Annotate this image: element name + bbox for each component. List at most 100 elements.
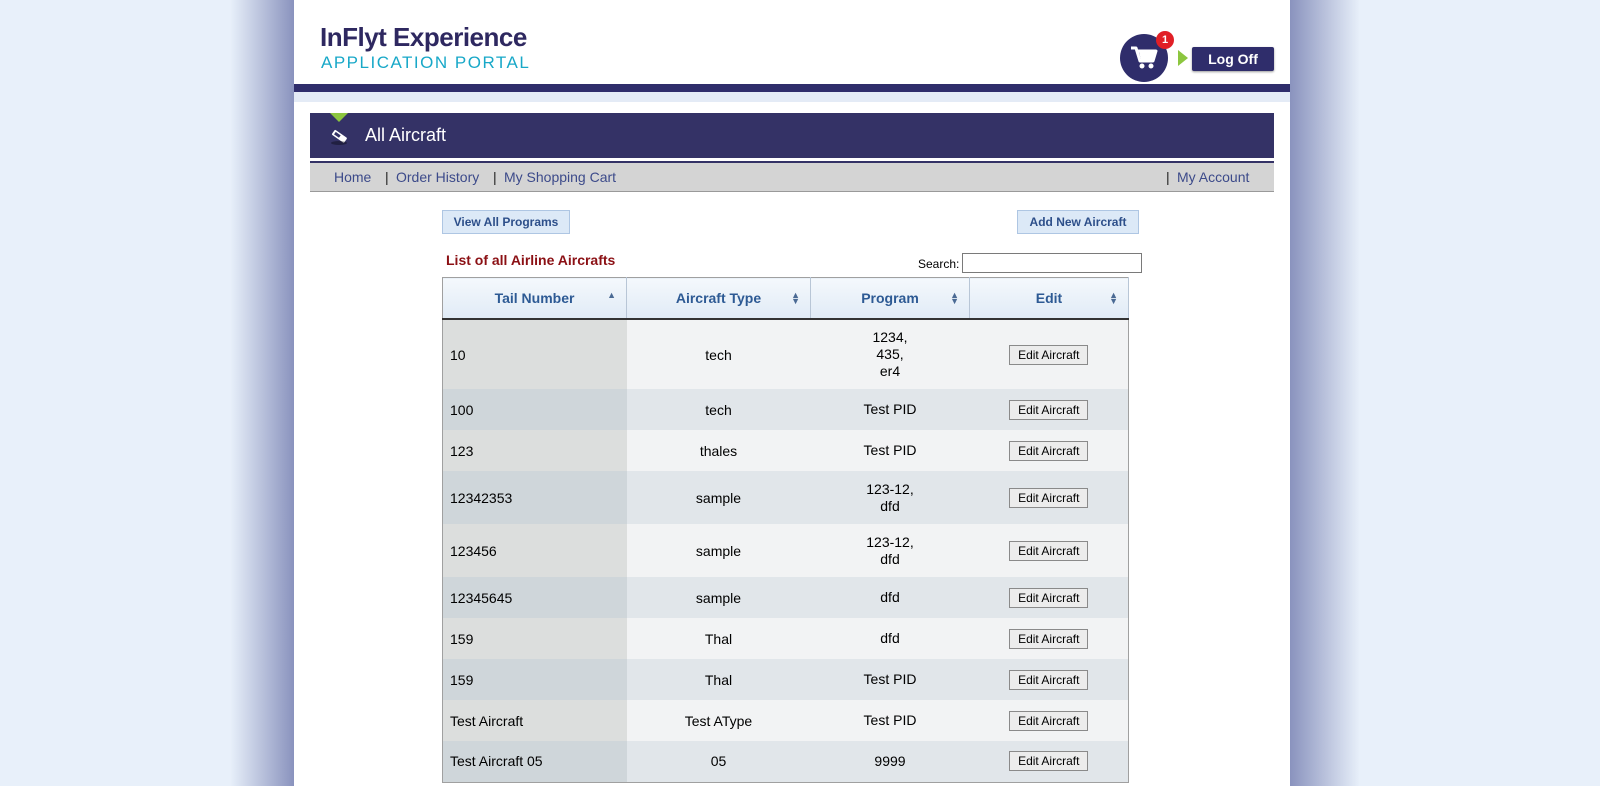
table-body: 10 tech 1234, 435, er4 Edit Aircraft 100 tech Te… [442,319,1129,782]
sort-asc-icon: ▲ [607,290,616,300]
cell-edit: Edit Aircraft [969,741,1129,782]
nav-order-history[interactable]: Order History [396,169,479,185]
table-header-row: Tail Number ▲ Aircraft Type ▲ ▼ Program ▲… [442,277,1129,320]
header-divider [294,84,1290,92]
phone-icon [331,129,347,145]
cell-edit: Edit Aircraft [969,524,1129,577]
program-line: Test PID [863,671,917,687]
column-header-program[interactable]: Program ▲ ▼ [810,277,970,320]
search-input[interactable] [962,253,1142,273]
program-line: Test PID [863,401,917,417]
list-title: List of all Airline Aircrafts [446,252,616,268]
program-line: 123-12, [866,480,914,497]
table-row: 159 Thal dfd Edit Aircraft [442,618,1129,659]
column-header-label: Tail Number [494,290,575,306]
cell-program: dfd [810,577,970,618]
table-row: 100 tech Test PID Edit Aircraft [442,389,1129,430]
cell-aircraft-type: Test AType [626,700,811,741]
program-line: 1234, [872,329,908,345]
cell-tail-number: 159 [442,618,627,659]
program-line: dfd [880,550,900,567]
edit-aircraft-button[interactable]: Edit Aircraft [1009,628,1089,649]
cell-tail-number: 100 [442,389,627,430]
column-header-edit[interactable]: Edit ▲ ▼ [969,277,1129,320]
cell-tail-number: Test Aircraft [442,700,627,741]
edit-aircraft-button[interactable]: Edit Aircraft [1009,399,1089,420]
program-line: 435, [876,346,904,362]
table-row: 159 Thal Test PID Edit Aircraft [442,659,1129,700]
cell-program: Test PID [810,700,970,741]
cell-aircraft-type: 05 [626,741,811,782]
logo-title: InFlyt Experience [320,22,527,52]
cell-tail-number: Test Aircraft 05 [442,741,627,782]
edit-aircraft-button[interactable]: Edit Aircraft [1009,344,1089,365]
cell-tail-number: 123 [442,430,627,471]
add-new-aircraft-button[interactable]: Add New Aircraft [1017,210,1139,234]
table-row: 123456 sample 123-12, dfd Edit Aircraft [442,524,1129,577]
cell-edit: Edit Aircraft [969,618,1129,659]
cell-aircraft-type: sample [626,577,811,618]
column-header-tail-number[interactable]: Tail Number ▲ [442,277,627,320]
edit-aircraft-button[interactable]: Edit Aircraft [1009,587,1089,608]
program-line: er4 [879,363,901,379]
site-header: InFlyt Experience APPLICATION PORTAL 1 L… [294,0,1290,84]
sort-both-icon: ▲ ▼ [1109,290,1118,306]
cart-count-badge: 1 [1156,31,1174,49]
cell-edit: Edit Aircraft [969,471,1129,524]
table-row: 10 tech 1234, 435, er4 Edit Aircraft [442,319,1129,389]
cell-edit: Edit Aircraft [969,389,1129,430]
table-row: Test Aircraft 05 05 9999 Edit Aircraft [442,741,1129,782]
edit-aircraft-button[interactable]: Edit Aircraft [1009,440,1089,461]
nav-home[interactable]: Home [334,169,371,185]
edit-aircraft-button[interactable]: Edit Aircraft [1009,540,1089,561]
cell-aircraft-type: sample [626,471,811,524]
cell-aircraft-type: tech [626,389,811,430]
cell-edit: Edit Aircraft [969,700,1129,741]
cell-program: dfd [810,618,970,659]
program-line: Test PID [863,442,917,458]
sort-both-icon: ▲ ▼ [791,290,800,306]
background-shadow-right [1290,0,1360,786]
nav-my-account[interactable]: My Account [1177,169,1249,185]
edit-aircraft-button[interactable]: Edit Aircraft [1009,669,1089,690]
nav-separator: | [1166,169,1170,185]
page-title-bar: All Aircraft [310,113,1274,158]
cell-program: 1234, 435, er4 [810,319,970,389]
main-nav: Home | Order History | My Shopping Cart … [310,163,1274,192]
header-divider-light [294,92,1290,102]
cell-edit: Edit Aircraft [969,577,1129,618]
column-header-label: Aircraft Type [675,290,762,306]
program-line: dfd [880,497,900,514]
cell-program: 123-12, dfd [810,524,970,577]
cell-program: 9999 [810,741,970,782]
edit-aircraft-button[interactable]: Edit Aircraft [1009,751,1089,772]
sort-both-icon: ▲ ▼ [950,290,959,306]
cart-icon [1131,46,1158,69]
cell-program: Test PID [810,389,970,430]
edit-aircraft-button[interactable]: Edit Aircraft [1009,487,1089,508]
nav-separator: | [493,169,497,185]
table-row: Test Aircraft Test AType Test PID Edit Airc… [442,700,1129,741]
cell-edit: Edit Aircraft [969,319,1129,389]
cell-tail-number: 12342353 [442,471,627,524]
cell-aircraft-type: Thal [626,659,811,700]
cell-program: Test PID [810,430,970,471]
cell-aircraft-type: tech [626,319,811,389]
view-all-programs-button[interactable]: View All Programs [442,210,570,234]
program-line: 123-12, [866,533,914,550]
cell-program: 123-12, dfd [810,471,970,524]
edit-aircraft-button[interactable]: Edit Aircraft [1009,710,1089,731]
logoff-button[interactable]: Log Off [1192,47,1274,71]
nav-shopping-cart[interactable]: My Shopping Cart [504,169,616,185]
cell-tail-number: 12345645 [442,577,627,618]
search-label: Search: [918,257,960,271]
cell-aircraft-type: sample [626,524,811,577]
cell-edit: Edit Aircraft [969,430,1129,471]
nav-separator: | [385,169,389,185]
program-line: dfd [880,589,900,605]
cell-tail-number: 123456 [442,524,627,577]
logo-subtitle: APPLICATION PORTAL [321,53,531,72]
column-header-aircraft-type[interactable]: Aircraft Type ▲ ▼ [626,277,811,320]
program-line: 9999 [874,752,906,769]
cell-aircraft-type: thales [626,430,811,471]
